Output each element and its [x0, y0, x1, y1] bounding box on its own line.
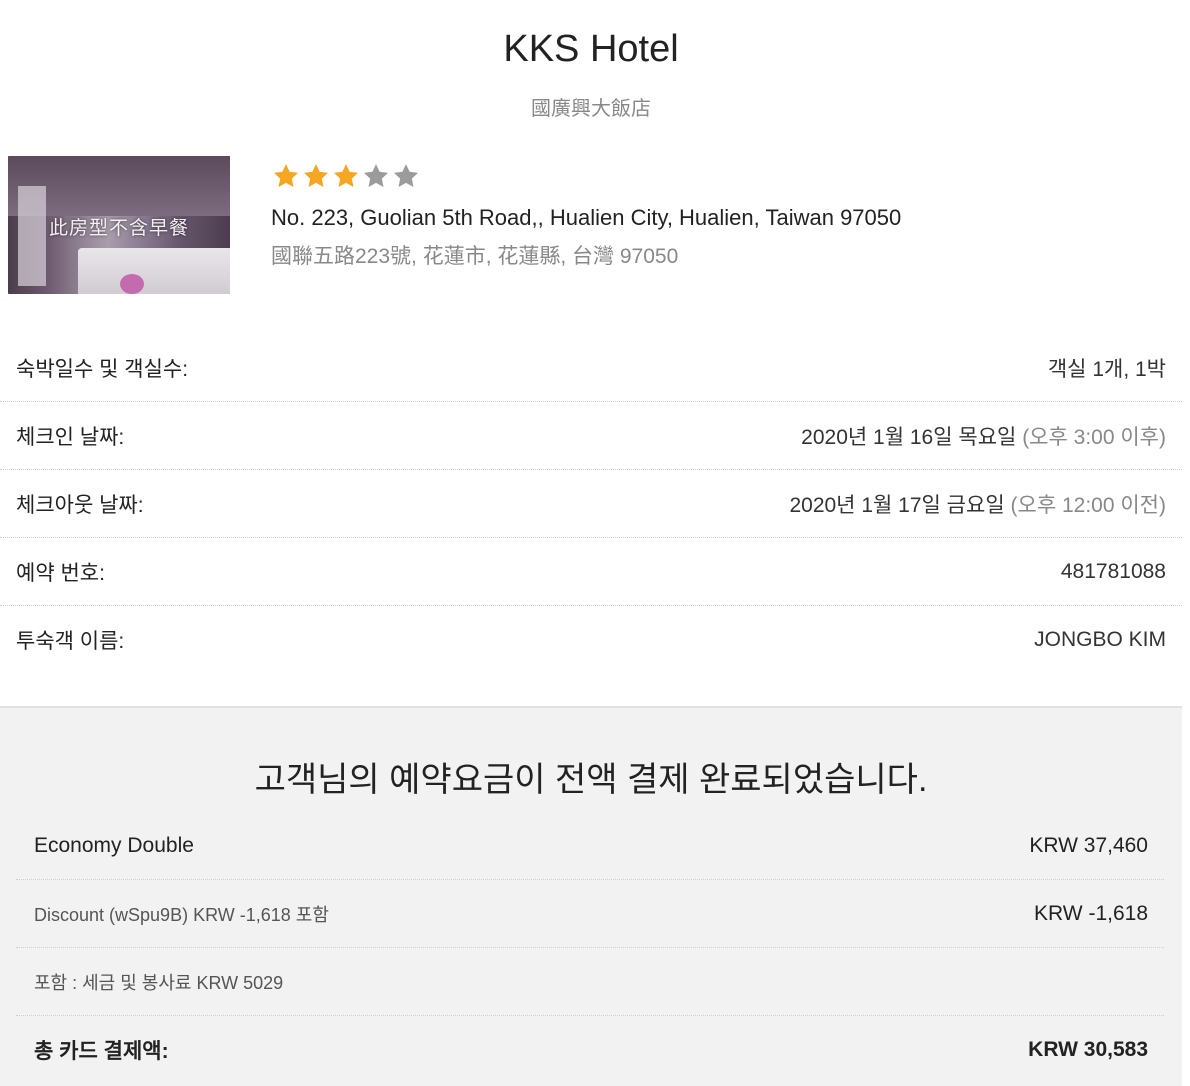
photo-bed [78, 248, 230, 294]
info-row-checkout: 체크아웃 날짜: 2020년 1월 17일 금요일 (오후 12:00 이전) [0, 470, 1182, 538]
booking-info-table: 숙박일수 및 객실수: 객실 1개, 1박 체크인 날짜: 2020년 1월 1… [0, 334, 1182, 674]
payment-row-tax: 포함 : 세금 및 봉사료 KRW 5029 [16, 948, 1164, 1016]
hotel-name: KKS Hotel [503, 28, 679, 70]
payment-row-discount: Discount (wSpu9B) KRW -1,618 포함 KRW -1,6… [16, 880, 1164, 948]
star-empty-icon [363, 164, 389, 187]
photo-caption: 此房型不含早餐 [48, 217, 189, 239]
checkout-date: 2020년 1월 17일 금요일 [789, 493, 1005, 517]
info-row-stay: 숙박일수 및 객실수: 객실 1개, 1박 [0, 334, 1182, 402]
checkout-value: 2020년 1월 17일 금요일 (오후 12:00 이전) [789, 489, 1166, 519]
checkin-value: 2020년 1월 16일 목요일 (오후 3:00 이후) [801, 421, 1166, 451]
room-type-label: Economy Double [34, 833, 194, 857]
guest-label: 투숙객 이름: [16, 630, 125, 653]
checkout-time: (오후 12:00 이전) [1010, 493, 1167, 517]
total-amount: KRW 30,583 [1028, 1038, 1148, 1061]
booking-number-label: 예약 번호: [16, 561, 105, 585]
room-amount: KRW 37,460 [1029, 833, 1148, 857]
booking-number-value: 481781088 [1060, 559, 1166, 583]
photo-flower [120, 274, 144, 294]
payment-table: Economy Double KRW 37,460 Discount (wSpu… [16, 812, 1164, 1084]
star-empty-icon [393, 164, 419, 187]
checkin-label: 체크인 날짜: [16, 425, 125, 449]
payment-summary: 고객님의 예약요금이 전액 결제 완료되었습니다. Economy Double… [0, 706, 1182, 1086]
discount-label: Discount (wSpu9B) KRW -1,618 포함 [34, 904, 329, 925]
info-row-checkin: 체크인 날짜: 2020년 1월 16일 목요일 (오후 3:00 이후) [0, 402, 1182, 470]
guest-value: JONGBO KIM [1034, 628, 1166, 651]
stay-label: 숙박일수 및 객실수: [16, 357, 189, 381]
payment-title: 고객님의 예약요금이 전액 결제 완료되었습니다. [254, 761, 928, 799]
hotel-local-name: 國廣興大飯店 [531, 98, 651, 120]
info-row-booking-number: 예약 번호: 481781088 [0, 538, 1182, 606]
hotel-photo[interactable]: 此房型不含早餐 [8, 156, 230, 294]
tax-label: 포함 : 세금 및 봉사료 KRW 5029 [34, 972, 284, 993]
info-row-guest: 투숙객 이름: JONGBO KIM [0, 606, 1182, 674]
total-label: 총 카드 결제액: [34, 1040, 169, 1063]
stay-value: 객실 1개, 1박 [1047, 357, 1166, 381]
star-rating [272, 162, 420, 190]
checkin-date: 2020년 1월 16일 목요일 [801, 425, 1017, 449]
star-filled-icon [303, 164, 329, 187]
star-filled-icon [333, 164, 359, 187]
discount-amount: KRW -1,618 [1034, 901, 1148, 925]
address-english: No. 223, Guolian 5th Road,, Hualien City… [271, 205, 902, 230]
checkin-time: (오후 3:00 이후) [1022, 425, 1166, 449]
payment-row-room: Economy Double KRW 37,460 [16, 812, 1164, 880]
star-filled-icon [273, 164, 299, 187]
checkout-label: 체크아웃 날짜: [16, 493, 144, 517]
address-local: 國聯五路223號, 花蓮市, 花蓮縣, 台灣 97050 [271, 245, 679, 268]
payment-row-total: 총 카드 결제액: KRW 30,583 [16, 1016, 1164, 1084]
